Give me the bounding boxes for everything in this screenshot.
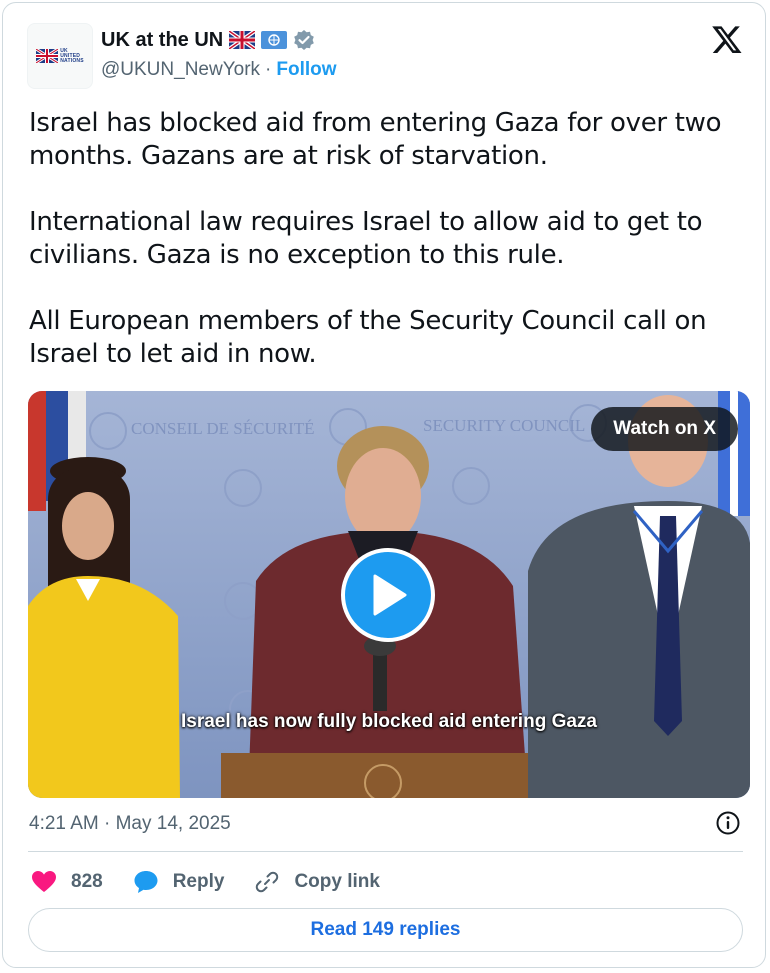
avatar[interactable]: UK UNITED NATIONS [27, 23, 93, 89]
reply-label: Reply [172, 871, 225, 892]
x-logo-icon[interactable] [711, 23, 743, 55]
reply-bubble-icon [134, 871, 158, 893]
like-button[interactable]: 828 [31, 870, 103, 894]
avatar-text-nations: NATIONS [60, 57, 84, 64]
handle-row: @UKUN_NewYork · Follow [101, 59, 337, 81]
play-button[interactable] [341, 548, 435, 642]
video-player[interactable]: CONSEIL DE SÉCURITÉ SECURITY COUNCIL Wat… [28, 391, 750, 798]
tweet-paragraph-1: Israel has blocked aid from entering Gaz… [29, 108, 722, 171]
un-flag-emoji-icon [261, 31, 288, 49]
video-caption: Israel has now fully blocked aid enterin… [180, 711, 597, 732]
like-count: 828 [71, 871, 103, 892]
watch-on-x-button[interactable]: Watch on X [591, 407, 738, 451]
follow-button[interactable]: Follow [276, 59, 336, 81]
backdrop-text-security: SECURITY COUNCIL [423, 416, 585, 435]
copy-link-label: Copy link [294, 871, 380, 892]
backdrop-text-conseil: CONSEIL DE SÉCURITÉ [131, 419, 315, 438]
tweet-text: Israel has blocked aid from entering Gaz… [29, 107, 739, 404]
info-icon[interactable] [715, 810, 741, 836]
handle[interactable]: @UKUN_NewYork [101, 59, 260, 81]
heart-icon [32, 871, 56, 892]
tweet-card: UK UNITED NATIONS UK at the UN @UKUN_New… [2, 2, 766, 968]
link-icon [256, 871, 279, 893]
divider [28, 851, 743, 852]
tweet-paragraph-2: International law requires Israel to all… [29, 207, 703, 270]
name-row: UK at the UN [101, 27, 315, 53]
uk-flag-emoji-icon [229, 31, 256, 49]
action-bar: 828 Reply Copy link [31, 865, 410, 899]
union-flag-icon [36, 49, 59, 63]
timestamp[interactable]: 4:21 AM · May 14, 2025 [29, 813, 231, 835]
uk-un-logo: UK UNITED NATIONS [36, 48, 84, 64]
copy-link-button[interactable]: Copy link [254, 869, 380, 895]
separator: · [265, 59, 272, 80]
tweet-paragraph-3: All European members of the Security Cou… [29, 306, 707, 369]
read-replies-button[interactable]: Read 149 replies [28, 908, 743, 952]
play-icon [373, 574, 407, 616]
display-name[interactable]: UK at the UN [101, 29, 223, 52]
verified-badge-icon[interactable] [293, 29, 315, 51]
reply-button[interactable]: Reply [133, 870, 225, 894]
